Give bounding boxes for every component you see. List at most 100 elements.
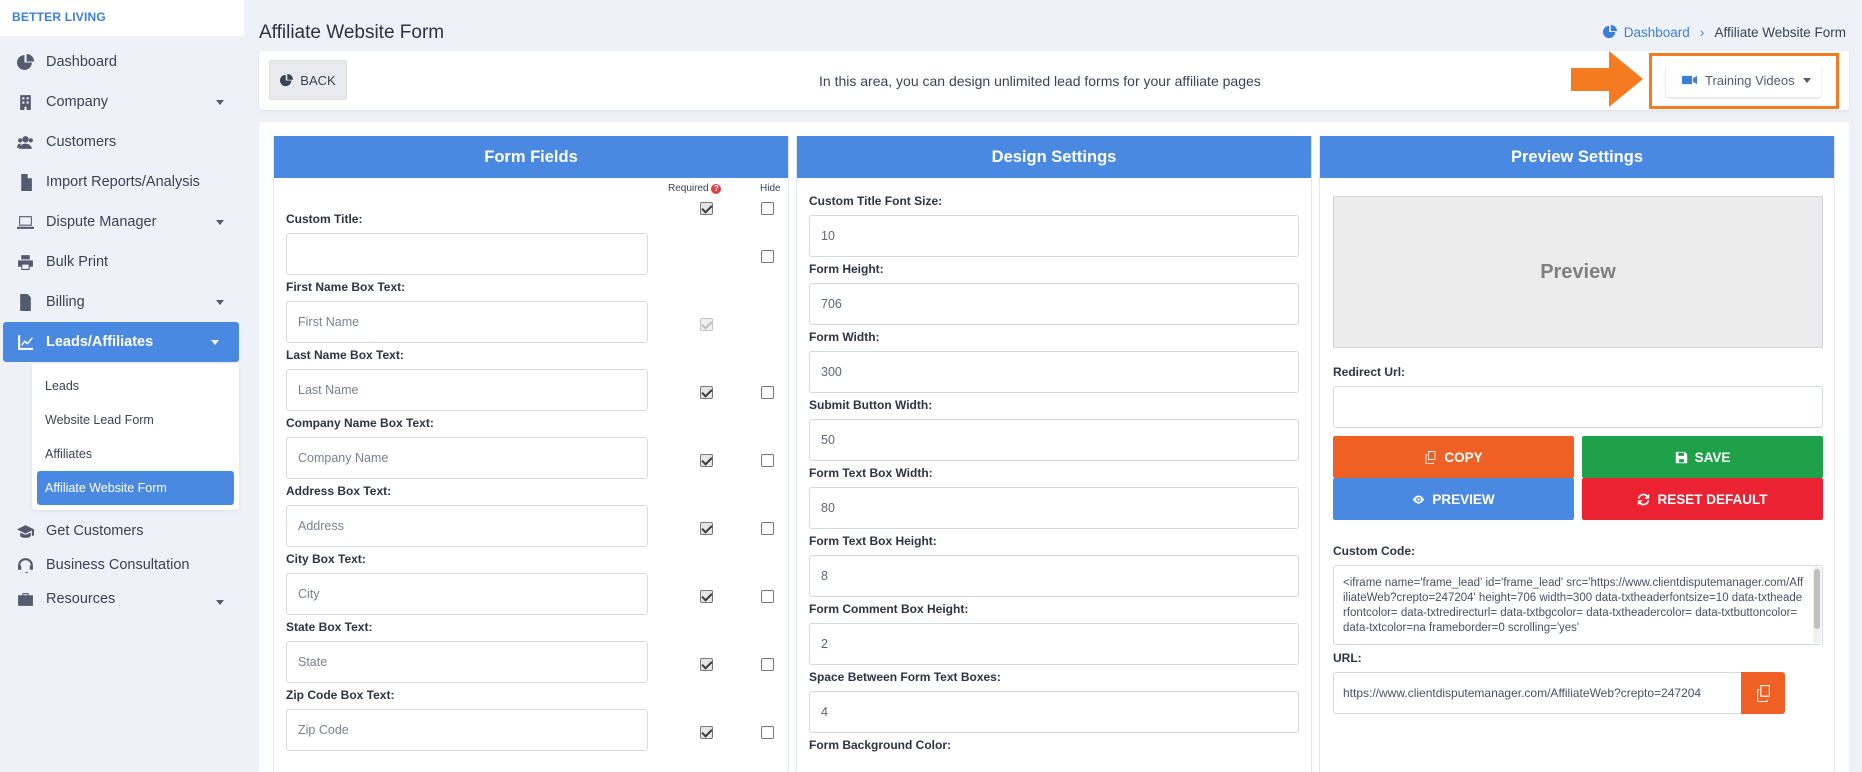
submenu-item-website-lead-form[interactable]: Website Lead Form [37, 403, 234, 437]
sidebar-item-customers[interactable]: Customers [0, 122, 244, 162]
company-name-required-checkbox[interactable] [700, 454, 713, 467]
city-label: City Box Text: [286, 552, 366, 566]
building-icon [16, 93, 34, 111]
company-name-input[interactable]: Company Name [286, 437, 648, 479]
main-panel: Form Fields Required ? Hide Custom Title… [259, 122, 1849, 772]
required-all-checkbox[interactable] [700, 202, 713, 215]
highlight-arrow-icon [1571, 51, 1643, 107]
city-input[interactable]: City [286, 573, 648, 615]
last-name-input[interactable]: Last Name [286, 369, 648, 411]
brand-logo[interactable]: BETTER LIVING [0, 0, 244, 36]
sidebar-item-label: Customers [46, 134, 117, 150]
reset-default-button[interactable]: RESET DEFAULT [1582, 478, 1823, 520]
text-box-width-label: Form Text Box Width: [809, 466, 933, 480]
url-input[interactable]: https://www.clientdisputemanager.com/Aff… [1333, 672, 1741, 714]
submenu-item-leads[interactable]: Leads [37, 369, 234, 403]
submit-button-width-input[interactable]: 50 [809, 419, 1299, 461]
headset-icon [16, 556, 34, 574]
address-hide-checkbox[interactable] [761, 522, 774, 535]
invoice-icon [16, 293, 34, 311]
sidebar-item-import-reports[interactable]: Import Reports/Analysis [0, 162, 244, 202]
last-name-required-checkbox[interactable] [700, 386, 713, 399]
training-videos-dropdown[interactable]: Training Videos [1666, 63, 1821, 97]
chevron-down-icon [1803, 78, 1811, 83]
back-button[interactable]: BACK [269, 60, 347, 100]
first-name-input[interactable]: First Name [286, 301, 648, 343]
submenu-item-affiliate-website-form[interactable]: Affiliate Website Form [37, 471, 234, 505]
redirect-url-input[interactable] [1333, 386, 1823, 428]
briefcase-icon [16, 590, 34, 608]
submenu-item-affiliates[interactable]: Affiliates [37, 437, 234, 471]
city-hide-checkbox[interactable] [761, 590, 774, 603]
zip-code-hide-checkbox[interactable] [761, 726, 774, 739]
sidebar-item-label: Leads/Affiliates [46, 334, 154, 350]
state-label: State Box Text: [286, 620, 373, 634]
custom-title-hide-checkbox[interactable] [761, 250, 774, 263]
comment-box-height-input[interactable]: 2 [809, 623, 1299, 665]
pie-chart-icon [280, 73, 294, 86]
chevron-right-icon: › [1699, 24, 1705, 40]
redirect-url-label: Redirect Url: [1333, 365, 1406, 379]
save-button-label: SAVE [1694, 449, 1731, 465]
state-input[interactable]: State [286, 641, 648, 683]
sidebar-item-leads-affiliates[interactable]: Leads/Affiliates [3, 322, 239, 362]
required-label: Required [668, 183, 709, 194]
space-between-boxes-input[interactable]: 4 [809, 691, 1299, 733]
breadcrumb-dashboard-link[interactable]: Dashboard [1602, 24, 1690, 40]
scrollbar-thumb[interactable] [1814, 569, 1820, 629]
background-color-label: Form Background Color: [809, 738, 952, 752]
copy-url-button[interactable] [1741, 672, 1785, 714]
sidebar-item-label: Import Reports/Analysis [46, 174, 200, 190]
text-box-width-input[interactable]: 80 [809, 487, 1299, 529]
text-box-height-input[interactable]: 8 [809, 555, 1299, 597]
sidebar-item-dispute-manager[interactable]: Dispute Manager [0, 202, 244, 242]
page-title: Affiliate Website Form [259, 22, 445, 43]
form-height-input[interactable]: 706 [809, 283, 1299, 325]
sidebar-item-business-consultation[interactable]: Business Consultation [0, 548, 244, 582]
pie-chart-icon [16, 53, 34, 71]
sidebar-item-resources[interactable]: Resources [0, 582, 244, 616]
company-name-hide-checkbox[interactable] [761, 454, 774, 467]
breadcrumb-home-label: Dashboard [1623, 24, 1690, 40]
sidebar-item-dashboard[interactable]: Dashboard [0, 42, 244, 82]
sidebar-item-label: Dispute Manager [46, 214, 157, 230]
sidebar-item-label: Business Consultation [46, 557, 190, 573]
toolbar: BACK In this area, you can design unlimi… [259, 51, 1849, 110]
save-button[interactable]: SAVE [1582, 436, 1823, 478]
refresh-icon [1638, 493, 1650, 505]
eye-icon [1413, 494, 1425, 504]
question-icon[interactable]: ? [711, 184, 722, 194]
form-width-input[interactable]: 300 [809, 351, 1299, 393]
chevron-down-icon [216, 300, 224, 305]
custom-code-scrollbar[interactable] [1813, 567, 1821, 643]
zip-code-label: Zip Code Box Text: [286, 688, 395, 702]
preview-button[interactable]: PREVIEW [1333, 478, 1574, 520]
title-font-size-input[interactable]: 10 [809, 215, 1299, 257]
preview-button-label: PREVIEW [1432, 491, 1495, 507]
form-fields-panel: Form Fields Required ? Hide Custom Title… [273, 136, 789, 772]
last-name-hide-checkbox[interactable] [761, 386, 774, 399]
hide-all-checkbox[interactable] [761, 202, 774, 215]
copy-icon [1425, 450, 1436, 464]
sidebar-item-get-customers[interactable]: Get Customers [0, 514, 244, 548]
sidebar-item-label: Get Customers [46, 523, 144, 539]
sidebar-item-bulk-print[interactable]: Bulk Print [0, 242, 244, 282]
training-videos-highlight: Training Videos [1649, 53, 1839, 109]
custom-code-textarea[interactable]: <iframe name='frame_lead' id='frame_lead… [1333, 565, 1823, 645]
state-hide-checkbox[interactable] [761, 658, 774, 671]
sidebar-item-billing[interactable]: Billing [0, 282, 244, 322]
address-label: Address Box Text: [286, 484, 392, 498]
copy-button[interactable]: COPY [1333, 436, 1574, 478]
zip-code-required-checkbox[interactable] [700, 726, 713, 739]
preview-area: Preview [1333, 196, 1823, 348]
leads-submenu: Leads Website Lead Form Affiliates Affil… [32, 364, 239, 510]
state-required-checkbox[interactable] [700, 658, 713, 671]
address-required-checkbox[interactable] [700, 522, 713, 535]
design-settings-panel: Design Settings Custom Title Font Size: … [796, 136, 1312, 772]
city-required-checkbox[interactable] [700, 590, 713, 603]
sidebar-item-company[interactable]: Company [0, 82, 244, 122]
custom-title-input[interactable] [286, 233, 648, 275]
last-name-label: Last Name Box Text: [286, 348, 404, 362]
address-input[interactable]: Address [286, 505, 648, 547]
zip-code-input[interactable]: Zip Code [286, 709, 648, 751]
